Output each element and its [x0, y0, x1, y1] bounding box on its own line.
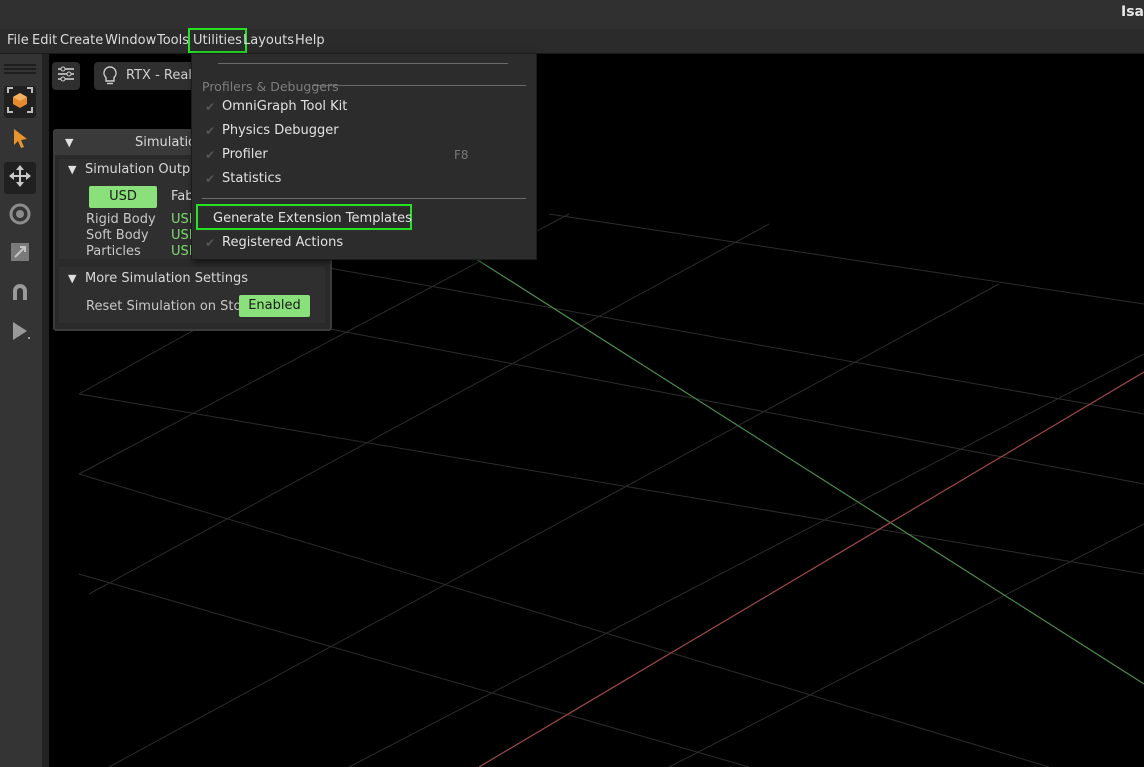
title-bar: Isa	[0, 0, 1144, 29]
simulation-output-title: Simulation Output	[85, 162, 204, 177]
menu-layouts[interactable]: Layouts	[243, 33, 294, 48]
left-toolbar	[0, 54, 42, 767]
soft-body-label: Soft Body	[86, 228, 149, 243]
menu-help[interactable]: Help	[295, 33, 325, 48]
collapse-triangle-icon[interactable]: ▼	[68, 163, 76, 176]
reset-on-stop-toggle[interactable]: Enabled	[239, 295, 310, 317]
toolbar-grip-line	[4, 72, 36, 74]
check-icon: ✔	[205, 172, 216, 186]
check-icon: ✔	[205, 100, 216, 114]
rigid-body-label: Rigid Body	[86, 212, 156, 227]
render-mode-button[interactable]: RTX - Real-T	[94, 62, 204, 90]
magnet-icon	[8, 280, 32, 308]
x-axis-line	[478, 371, 1144, 767]
menu-item-physics-debugger[interactable]: Physics Debugger	[222, 123, 339, 138]
menu-window[interactable]: Window	[105, 33, 156, 48]
check-icon: ✔	[205, 148, 216, 162]
generate-extension-label: Generate Extension Templates	[213, 211, 412, 226]
check-icon: ✔	[205, 236, 216, 250]
play-icon	[8, 319, 32, 347]
menu-bar: File Edit Create Window Tools Utilities …	[0, 28, 1144, 54]
menu-separator	[202, 198, 526, 199]
profiler-shortcut: F8	[454, 148, 469, 162]
toolbar-grip-line	[4, 68, 36, 70]
rotate-tool[interactable]	[4, 200, 36, 232]
menu-item-omnigraph-toolkit[interactable]: OmniGraph Tool Kit	[222, 99, 347, 114]
cursor-arrow-icon	[9, 127, 31, 155]
menu-item-generate-extension-templates[interactable]: Generate Extension Templates	[196, 204, 412, 230]
snap-tool[interactable]	[4, 278, 36, 310]
lightbulb-icon	[102, 66, 118, 90]
move-tool[interactable]	[4, 162, 36, 194]
cube-select-icon	[6, 86, 34, 118]
usd-output-button[interactable]: USD	[89, 186, 157, 208]
scale-tool[interactable]	[4, 238, 36, 270]
rotate-icon	[7, 201, 33, 231]
collapse-triangle-icon[interactable]: ▼	[68, 272, 76, 285]
panel-splitter[interactable]	[42, 54, 49, 767]
more-simulation-section: ▼ More Simulation Settings Reset Simulat…	[59, 267, 325, 323]
menu-utilities[interactable]: Utilities	[188, 28, 247, 53]
select-tool[interactable]	[4, 125, 36, 157]
viewport-settings-button[interactable]	[52, 62, 80, 90]
menu-item-registered-actions[interactable]: Registered Actions	[222, 235, 343, 250]
particles-label: Particles	[86, 244, 141, 259]
reset-on-stop-label: Reset Simulation on Stop	[86, 299, 250, 314]
play-tool[interactable]	[4, 317, 36, 349]
menu-separator	[218, 63, 508, 64]
menu-edit[interactable]: Edit	[32, 33, 57, 48]
menu-file[interactable]: File	[7, 33, 29, 48]
z-axis-line	[428, 228, 1144, 685]
menu-separator	[312, 85, 526, 86]
menu-item-statistics[interactable]: Statistics	[222, 171, 281, 186]
move-arrows-icon	[7, 163, 33, 193]
select-mode-tool[interactable]	[4, 86, 36, 118]
collapse-triangle-icon[interactable]: ▼	[65, 136, 73, 149]
scale-icon	[8, 240, 32, 268]
utilities-dropdown: Profilers & Debuggers ✔ OmniGraph Tool K…	[191, 53, 537, 260]
app-title: Isa	[1121, 4, 1144, 20]
profilers-group-label: Profilers & Debuggers	[202, 79, 339, 94]
menu-tools[interactable]: Tools	[157, 33, 189, 48]
more-simulation-title: More Simulation Settings	[85, 271, 249, 286]
toolbar-grip[interactable]	[4, 64, 36, 66]
sliders-icon	[57, 66, 75, 86]
menu-item-profiler[interactable]: Profiler	[222, 147, 268, 162]
check-icon: ✔	[205, 124, 216, 138]
menu-create[interactable]: Create	[60, 33, 103, 48]
